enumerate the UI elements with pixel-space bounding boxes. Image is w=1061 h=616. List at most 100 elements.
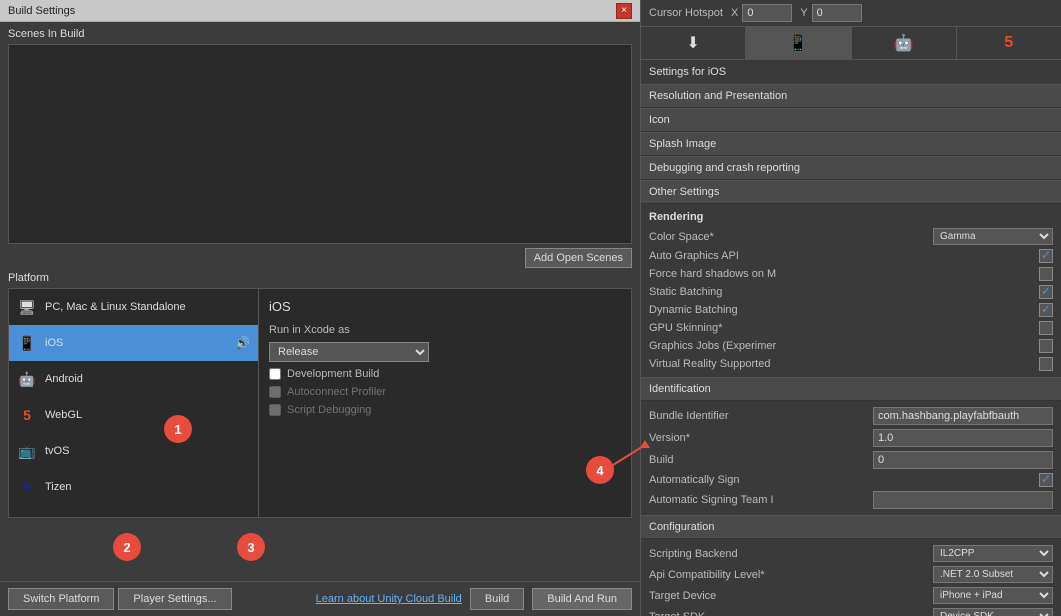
scenes-section: Scenes In Build bbox=[0, 22, 640, 244]
static-batching-label: Static Batching bbox=[649, 286, 1039, 298]
graphics-jobs-checkbox[interactable] bbox=[1039, 339, 1053, 353]
graphics-jobs-row: Graphics Jobs (Experimer bbox=[649, 337, 1053, 355]
scripting-backend-row: Scripting Backend IL2CPP Mono bbox=[649, 543, 1053, 564]
platform-item-webgl[interactable]: 5 WebGL bbox=[9, 397, 258, 433]
development-build-checkbox[interactable] bbox=[269, 368, 281, 380]
tab-android[interactable]: 🤖 bbox=[852, 27, 957, 59]
title-bar: Build Settings × bbox=[0, 0, 640, 22]
dynamic-batching-row: Dynamic Batching bbox=[649, 301, 1053, 319]
target-sdk-row: Target SDK Device SDK Simulator SDK bbox=[649, 606, 1053, 616]
autoconnect-profiler-checkbox[interactable] bbox=[269, 386, 281, 398]
platform-title: Platform bbox=[8, 272, 632, 284]
build-and-run-button[interactable]: Build And Run bbox=[532, 588, 632, 610]
target-sdk-select[interactable]: Device SDK Simulator SDK bbox=[933, 608, 1053, 616]
force-hard-shadows-label: Force hard shadows on M bbox=[649, 268, 1039, 280]
close-button[interactable]: × bbox=[616, 3, 632, 19]
autoconnect-profiler-row: Autoconnect Profiler bbox=[269, 386, 621, 398]
run-in-xcode-label: Run in Xcode as bbox=[269, 324, 350, 336]
scripting-backend-select[interactable]: IL2CPP Mono bbox=[933, 545, 1053, 562]
section-header-identification[interactable]: Identification bbox=[641, 377, 1061, 401]
android-icon: 🤖 bbox=[17, 369, 37, 389]
build-button[interactable]: Build bbox=[470, 588, 524, 610]
auto-sign-checkbox[interactable] bbox=[1039, 473, 1053, 487]
version-input[interactable] bbox=[873, 429, 1053, 447]
platform-label-tvos: tvOS bbox=[45, 445, 250, 457]
rendering-title: Rendering bbox=[649, 211, 703, 223]
section-header-debugging[interactable]: Debugging and crash reporting bbox=[641, 156, 1061, 180]
platform-label-pc: PC, Mac & Linux Standalone bbox=[45, 301, 250, 313]
cursor-hotspot-row: Cursor Hotspot X Y bbox=[641, 0, 1061, 27]
api-compat-select[interactable]: .NET 2.0 Subset .NET 2.0 .NET 4.x bbox=[933, 566, 1053, 583]
graphics-jobs-label: Graphics Jobs (Experimer bbox=[649, 340, 1039, 352]
gpu-skinning-label: GPU Skinning* bbox=[649, 322, 1039, 334]
target-device-label: Target Device bbox=[649, 590, 933, 602]
bottom-bar-right: Learn about Unity Cloud Build Build Buil… bbox=[240, 588, 632, 610]
color-space-select[interactable]: Gamma Linear bbox=[933, 228, 1053, 245]
static-batching-checkbox[interactable] bbox=[1039, 285, 1053, 299]
tizen-icon: ✳ bbox=[17, 477, 37, 497]
tab-html5[interactable]: 5 bbox=[957, 27, 1061, 59]
gpu-skinning-checkbox[interactable] bbox=[1039, 321, 1053, 335]
virtual-reality-label: Virtual Reality Supported bbox=[649, 358, 1039, 370]
platform-item-tizen[interactable]: ✳ Tizen bbox=[9, 469, 258, 505]
script-debugging-row: Script Debugging bbox=[269, 404, 621, 416]
development-build-row: Development Build bbox=[269, 368, 621, 380]
script-debugging-label: Script Debugging bbox=[287, 404, 371, 416]
cursor-x-input[interactable] bbox=[742, 4, 792, 22]
bundle-id-row: Bundle Identifier bbox=[649, 405, 1053, 427]
auto-sign-team-label: Automatic Signing Team I bbox=[649, 494, 873, 506]
target-device-select[interactable]: iPhone + iPad iPhone Only iPad Only bbox=[933, 587, 1053, 604]
color-space-row: Color Space* Gamma Linear bbox=[649, 226, 1053, 247]
build-number-input[interactable] bbox=[873, 451, 1053, 469]
auto-sign-team-input[interactable] bbox=[873, 491, 1053, 509]
auto-sign-team-row: Automatic Signing Team I bbox=[649, 489, 1053, 511]
development-build-label: Development Build bbox=[287, 368, 379, 380]
scenes-area bbox=[8, 44, 632, 244]
target-sdk-label: Target SDK bbox=[649, 611, 933, 616]
force-hard-shadows-checkbox[interactable] bbox=[1039, 267, 1053, 281]
configuration-section: Scripting Backend IL2CPP Mono Api Compat… bbox=[641, 539, 1061, 616]
section-header-configuration[interactable]: Configuration bbox=[641, 515, 1061, 539]
tvos-icon: 📺 bbox=[17, 441, 37, 461]
player-settings-button[interactable]: Player Settings... bbox=[118, 588, 231, 610]
run-in-xcode-select[interactable]: Release Debug bbox=[269, 342, 429, 362]
virtual-reality-checkbox[interactable] bbox=[1039, 357, 1053, 371]
webgl-icon: 5 bbox=[17, 405, 37, 425]
dynamic-batching-checkbox[interactable] bbox=[1039, 303, 1053, 317]
autoconnect-profiler-label: Autoconnect Profiler bbox=[287, 386, 386, 398]
platform-label-ios: iOS bbox=[45, 337, 235, 349]
platform-item-android[interactable]: 🤖 Android bbox=[9, 361, 258, 397]
bundle-id-input[interactable] bbox=[873, 407, 1053, 425]
script-debugging-checkbox[interactable] bbox=[269, 404, 281, 416]
platform-detail-title: iOS bbox=[269, 299, 621, 314]
platform-item-xbox[interactable]: ⊞ Xbox On bbox=[9, 505, 258, 517]
auto-sign-row: Automatically Sign bbox=[649, 471, 1053, 489]
force-hard-shadows-row: Force hard shadows on M bbox=[649, 265, 1053, 283]
build-number-row: Build bbox=[649, 449, 1053, 471]
platform-item-pc[interactable]: 🖥 PC, Mac & Linux Standalone bbox=[9, 289, 258, 325]
tab-ios[interactable]: 📱 bbox=[746, 27, 851, 59]
switch-platform-button[interactable]: Switch Platform bbox=[8, 588, 114, 610]
ios-icon: 📱 bbox=[17, 333, 37, 353]
bundle-id-label: Bundle Identifier bbox=[649, 410, 873, 422]
platform-item-ios[interactable]: 📱 iOS 🔊 bbox=[9, 325, 258, 361]
tab-download[interactable]: ⬇ bbox=[641, 27, 746, 59]
cursor-y-input[interactable] bbox=[812, 4, 862, 22]
right-panel: Cursor Hotspot X Y ⬇ 📱 🤖 5 Settings for … bbox=[640, 0, 1061, 616]
api-compat-row: Api Compatibility Level* .NET 2.0 Subset… bbox=[649, 564, 1053, 585]
section-header-resolution[interactable]: Resolution and Presentation bbox=[641, 84, 1061, 108]
cloud-build-link[interactable]: Learn about Unity Cloud Build bbox=[316, 593, 462, 605]
bottom-bar: Switch Platform Player Settings... Learn… bbox=[0, 581, 640, 616]
auto-graphics-label: Auto Graphics API bbox=[649, 250, 1039, 262]
auto-graphics-checkbox[interactable] bbox=[1039, 249, 1053, 263]
platform-item-tvos[interactable]: 📺 tvOS bbox=[9, 433, 258, 469]
section-header-icon[interactable]: Icon bbox=[641, 108, 1061, 132]
scenes-title: Scenes In Build bbox=[8, 28, 632, 40]
section-header-splash[interactable]: Splash Image bbox=[641, 132, 1061, 156]
platform-list: 🖥 PC, Mac & Linux Standalone 📱 iOS 🔊 🤖 A… bbox=[9, 289, 259, 517]
add-open-scenes-button[interactable]: Add Open Scenes bbox=[525, 248, 632, 268]
cursor-y-label: Y bbox=[800, 7, 807, 19]
scripting-backend-label: Scripting Backend bbox=[649, 548, 933, 560]
platform-tabs: ⬇ 📱 🤖 5 bbox=[641, 27, 1061, 60]
section-header-other[interactable]: Other Settings bbox=[641, 180, 1061, 204]
